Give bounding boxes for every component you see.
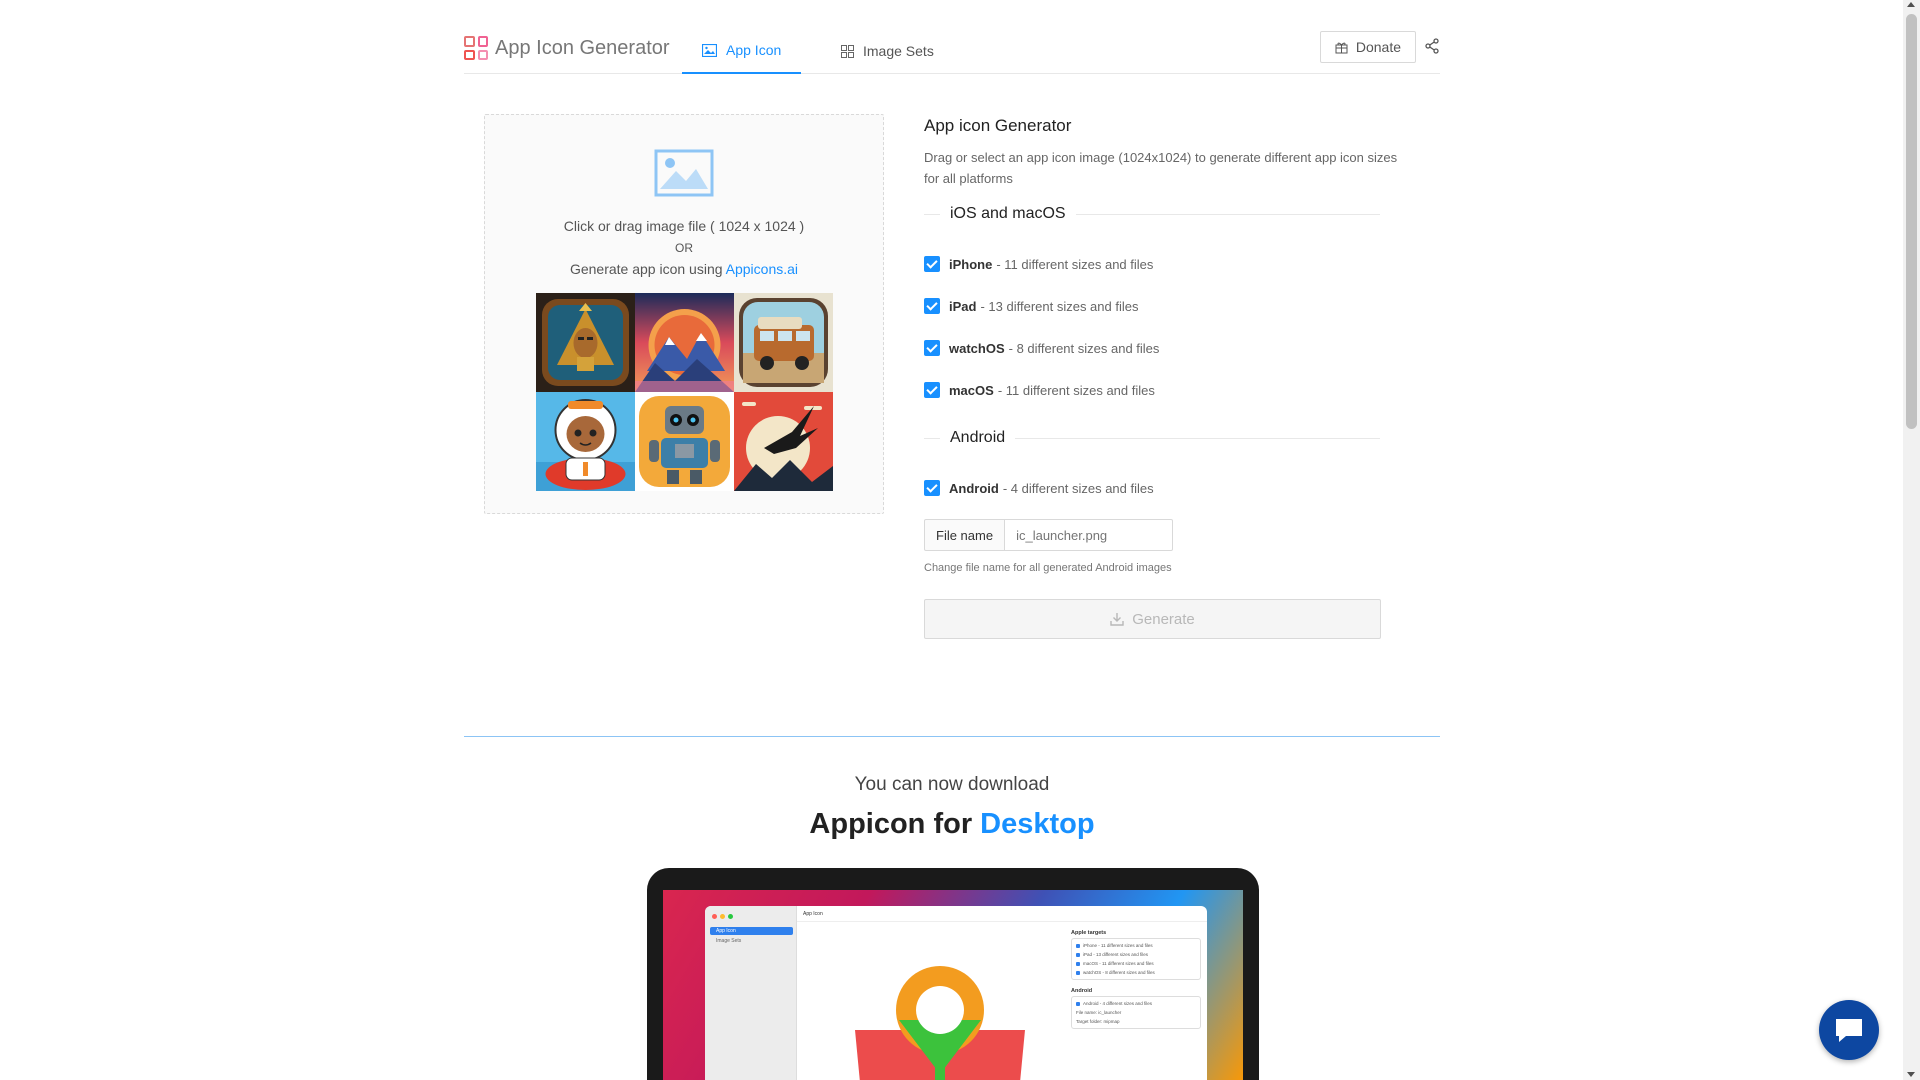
mockup-row: iPhone - 11 different sizes and files xyxy=(1083,943,1153,948)
android-checkbox[interactable]: Android - 4 different sizes and files xyxy=(924,480,1154,496)
upload-instruction: Click or drag image file ( 1024 x 1024 ) xyxy=(563,218,805,234)
checkbox-checked-icon[interactable] xyxy=(924,480,940,496)
mockup-sidebar: App Icon Image Sets xyxy=(705,906,797,1080)
option-name: Android xyxy=(949,480,999,496)
image-placeholder-icon xyxy=(654,149,714,197)
generate-button[interactable]: Generate xyxy=(924,599,1381,639)
page-scrollbar[interactable] xyxy=(1903,0,1920,1080)
ipad-checkbox[interactable]: iPad - 13 different sizes and files xyxy=(924,298,1138,314)
desktop-app-mockup: App Icon Image Sets App Icon Apple targe… xyxy=(647,868,1259,1080)
image-icon xyxy=(702,43,717,57)
sample-icon-camper-van[interactable] xyxy=(734,293,833,392)
mockup-screen: App Icon Image Sets App Icon Apple targe… xyxy=(663,890,1243,1080)
sample-icon-eagle-moon[interactable] xyxy=(734,392,833,491)
mockup-apple-targets: Apple targets xyxy=(1071,930,1107,936)
top-nav: App Icon Generator App Icon Image Sets D… xyxy=(464,28,1440,74)
scroll-up-arrow-icon[interactable] xyxy=(1907,2,1915,7)
watchos-checkbox[interactable]: watchOS - 8 different sizes and files xyxy=(924,340,1159,356)
upload-or: OR xyxy=(675,241,693,255)
option-desc: - 13 different sizes and files xyxy=(980,298,1139,314)
chat-button[interactable] xyxy=(1819,1000,1879,1060)
tab-app-icon[interactable]: App Icon xyxy=(682,28,802,74)
checkbox-checked-icon[interactable] xyxy=(924,382,940,398)
sample-icon-mountain-sunset[interactable] xyxy=(635,293,734,392)
mockup-row: iPad - 13 different sizes and files xyxy=(1083,952,1148,957)
tab-image-sets-label: Image Sets xyxy=(863,43,934,59)
panel-title: App icon Generator xyxy=(924,116,1072,135)
mockup-row: watchOS - 8 different sizes and files xyxy=(1083,970,1155,975)
iphone-checkbox[interactable]: iPhone - 11 different sizes and files xyxy=(924,256,1153,272)
download-icon xyxy=(1110,613,1124,626)
file-name-input-group: File name xyxy=(924,519,1174,551)
sample-icons-grid xyxy=(536,293,834,491)
appicons-ai-link[interactable]: Appicons.ai xyxy=(726,261,798,277)
option-name: macOS xyxy=(949,382,994,398)
tab-app-icon-label: App Icon xyxy=(726,42,782,58)
android-section-title: Android xyxy=(950,429,1006,446)
mockup-row: Android - 4 different sizes and files xyxy=(1083,1001,1152,1006)
promo-title-highlight: Desktop xyxy=(980,808,1095,840)
mockup-row: File name: ic_launcher xyxy=(1076,1010,1122,1015)
mockup-side-item: Image Sets xyxy=(716,938,742,944)
mockup-android: Android xyxy=(1071,988,1093,994)
chat-icon xyxy=(1836,1019,1862,1042)
brand[interactable]: App Icon Generator xyxy=(464,36,670,60)
android-section-divider: Android xyxy=(924,427,1380,449)
sample-icon-astronaut[interactable] xyxy=(536,392,635,491)
option-desc: - 4 different sizes and files xyxy=(1002,480,1154,496)
mockup-row: Target folder: mipmap xyxy=(1076,1019,1120,1024)
macos-checkbox[interactable]: macOS - 11 different sizes and files xyxy=(924,382,1155,398)
file-name-label: File name xyxy=(924,519,1006,551)
brand-title: App Icon Generator xyxy=(495,36,670,59)
ios-section-divider: iOS and macOS xyxy=(924,203,1380,225)
checkbox-checked-icon[interactable] xyxy=(924,340,940,356)
panel-description: Drag or select an app icon image (1024x1… xyxy=(924,150,1398,186)
donate-label: Donate xyxy=(1355,39,1401,55)
option-desc: - 11 different sizes and files xyxy=(997,382,1155,398)
file-name-help: Change file name for all generated Andro… xyxy=(924,562,1172,574)
promo-subtitle: You can now download xyxy=(854,774,1050,795)
grid-icon xyxy=(841,44,854,58)
option-desc: - 8 different sizes and files xyxy=(1008,340,1160,356)
scroll-down-arrow-icon[interactable] xyxy=(1907,1072,1915,1077)
image-upload-dropzone[interactable]: Click or drag image file ( 1024 x 1024 )… xyxy=(484,114,884,514)
promo-title: Appicon for Desktop xyxy=(0,808,1904,841)
promo-title-prefix: Appicon for xyxy=(809,808,981,840)
option-name: iPhone xyxy=(949,256,993,272)
ios-section-title: iOS and macOS xyxy=(950,205,1066,222)
gift-icon xyxy=(1335,42,1348,53)
mockup-header: App Icon xyxy=(797,906,1207,922)
file-name-input[interactable] xyxy=(1005,519,1174,551)
option-desc: - 11 different sizes and files xyxy=(996,256,1154,272)
mockup-side-selected: App Icon xyxy=(710,927,793,935)
option-name: iPad xyxy=(949,298,977,314)
mockup-map-pin-icon xyxy=(813,934,1065,1080)
sample-icon-pharaoh[interactable] xyxy=(536,293,635,392)
generate-using-text: Generate app icon using Appicons.ai xyxy=(485,261,883,277)
scroll-thumb[interactable] xyxy=(1906,14,1917,429)
mockup-row: macOS - 11 different sizes and files xyxy=(1083,961,1154,966)
share-icon[interactable] xyxy=(1424,38,1440,54)
generate-label: Generate xyxy=(1132,610,1195,628)
sample-icon-robot[interactable] xyxy=(635,392,734,491)
generate-using-prefix: Generate app icon using xyxy=(569,261,726,277)
tab-image-sets[interactable]: Image Sets xyxy=(821,28,954,74)
mockup-options: Apple targets iPhone - 11 different size… xyxy=(1071,930,1201,1080)
checkbox-checked-icon[interactable] xyxy=(924,256,940,272)
donate-button[interactable]: Donate xyxy=(1319,31,1416,63)
app-grid-logo-icon xyxy=(464,36,488,60)
checkbox-checked-icon[interactable] xyxy=(924,298,940,314)
option-name: watchOS xyxy=(949,340,1005,356)
mockup-app-window: App Icon Image Sets App Icon Apple targe… xyxy=(705,906,1207,1080)
section-divider xyxy=(464,736,1440,737)
mockup-drop-area xyxy=(813,934,1065,1080)
